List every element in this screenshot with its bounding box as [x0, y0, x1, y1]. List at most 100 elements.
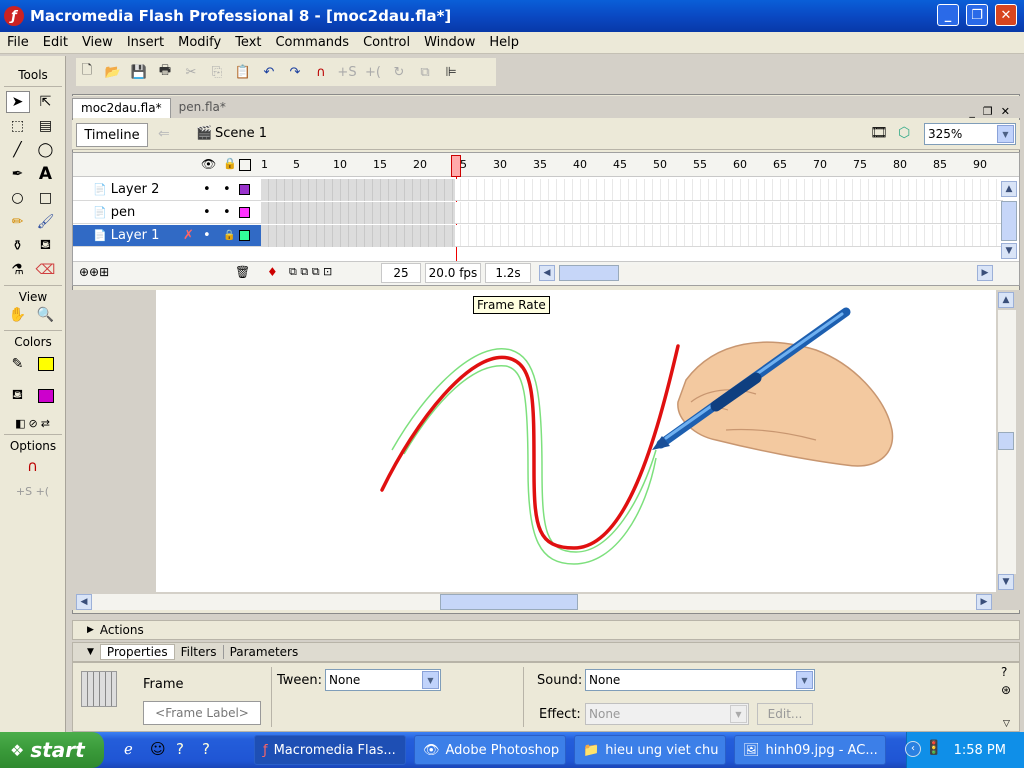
edit-sound-button[interactable]: Edit...: [757, 703, 813, 725]
stage[interactable]: [156, 290, 996, 592]
frame-label-input[interactable]: <Frame Label>: [143, 701, 261, 725]
effect-select[interactable]: None ▼: [585, 703, 749, 725]
rectangle-tool-icon[interactable]: □: [34, 187, 58, 209]
tab-parameters[interactable]: Parameters: [224, 645, 305, 659]
copy-icon[interactable]: ⎘: [206, 61, 228, 83]
paste-icon[interactable]: 📋: [232, 61, 254, 83]
frame-strip-layer1[interactable]: [261, 225, 1003, 247]
doc-close-icon[interactable]: ✕: [1001, 105, 1010, 118]
eye-icon[interactable]: 👁: [201, 157, 216, 171]
cut-icon[interactable]: ✂: [180, 61, 202, 83]
lasso-tool-icon[interactable]: ◯: [34, 139, 58, 161]
menu-help[interactable]: Help: [482, 35, 526, 50]
eyedropper-tool-icon[interactable]: ⚗: [6, 259, 30, 281]
no-color-icon[interactable]: ⊘: [28, 417, 37, 430]
menu-control[interactable]: Control: [356, 35, 417, 50]
straighten-icon[interactable]: +(: [362, 61, 384, 83]
tween-select[interactable]: None ▼: [325, 669, 441, 691]
timeline-scroll-up[interactable]: ▲: [1001, 181, 1017, 197]
snap-magnet-icon[interactable]: ∩: [0, 457, 65, 475]
panel-expand-icon[interactable]: ▽: [1003, 719, 1010, 729]
layer-row-pen[interactable]: 📄 pen • •: [73, 202, 261, 224]
task-acdsee[interactable]: 🖼 hinh09.jpg - AC...: [734, 735, 886, 765]
undo-icon[interactable]: ↶: [258, 61, 280, 83]
menu-edit[interactable]: Edit: [36, 35, 75, 50]
zoom-tool-icon[interactable]: 🔍: [34, 304, 58, 326]
smooth-straighten-icons[interactable]: +S +(: [0, 485, 65, 498]
add-layer-icon[interactable]: ⊕⊕⊞: [79, 265, 109, 279]
layer-color-swatch[interactable]: [239, 207, 250, 218]
line-tool-icon[interactable]: ╱: [6, 139, 30, 161]
minimize-button[interactable]: _: [937, 4, 959, 26]
text-tool-icon[interactable]: A: [34, 163, 58, 185]
pen-tool-icon[interactable]: ✒: [6, 163, 30, 185]
center-frame-icon[interactable]: ♦: [267, 265, 278, 279]
accessibility-icon[interactable]: ⊛: [1001, 683, 1011, 697]
menu-window[interactable]: Window: [417, 35, 482, 50]
black-white-icon[interactable]: ◧: [15, 417, 25, 430]
playhead[interactable]: [451, 155, 461, 177]
layer-row-layer2[interactable]: 📄 Layer 2 • •: [73, 179, 261, 201]
frame-strip-pen[interactable]: [261, 202, 1003, 224]
ink-bottle-tool-icon[interactable]: ⚱: [6, 235, 30, 257]
doc-minimize-icon[interactable]: _: [969, 105, 975, 118]
help-task-icon-2[interactable]: ?: [202, 740, 210, 758]
tray-expand-icon[interactable]: ‹: [905, 741, 921, 757]
frame-ruler[interactable]: 151015202530354045505560657075808590: [261, 153, 1003, 177]
network-icon[interactable]: 🚦: [925, 740, 942, 756]
ie-icon[interactable]: ℯ: [124, 740, 133, 758]
help-icon[interactable]: ?: [1001, 665, 1007, 679]
collapse-arrow-icon[interactable]: ▼: [87, 647, 94, 657]
new-file-icon[interactable]: 🗋: [76, 61, 98, 83]
snap-icon[interactable]: ∩: [310, 61, 332, 83]
tab-filters[interactable]: Filters: [175, 645, 224, 659]
outline-icon[interactable]: [239, 159, 251, 171]
edit-scene-icon[interactable]: 🎞: [870, 125, 888, 141]
menu-commands[interactable]: Commands: [268, 35, 356, 50]
back-arrow-icon[interactable]: ⇐: [158, 126, 170, 142]
stage-hscroll-thumb[interactable]: [440, 594, 578, 610]
menu-modify[interactable]: Modify: [171, 35, 228, 50]
maximize-button[interactable]: ❐: [966, 4, 988, 26]
fill-color-swatch[interactable]: [34, 385, 58, 407]
tab-properties[interactable]: Properties: [99, 644, 175, 660]
free-transform-tool-icon[interactable]: ⬚: [6, 115, 30, 137]
start-button[interactable]: ❖ start: [0, 732, 104, 768]
timeline-scroll-left[interactable]: ◀: [539, 265, 555, 281]
help-task-icon[interactable]: ?: [176, 740, 184, 758]
menu-view[interactable]: View: [75, 35, 120, 50]
layer-color-swatch[interactable]: [239, 184, 250, 195]
menu-file[interactable]: File: [0, 35, 36, 50]
timeline-hscroll-thumb[interactable]: [559, 265, 619, 281]
task-photoshop[interactable]: 👁 Adobe Photoshop: [414, 735, 566, 765]
swap-colors-icon[interactable]: ⇄: [41, 417, 50, 430]
task-flash[interactable]: ƒ Macromedia Flas...: [254, 735, 406, 765]
zoom-select[interactable]: 325% ▼: [924, 123, 1016, 145]
selection-tool-icon[interactable]: ➤: [5, 91, 30, 113]
scale-icon[interactable]: ⧉: [414, 61, 436, 83]
stage-scroll-left[interactable]: ◀: [76, 594, 92, 610]
task-folder[interactable]: 📁 hieu ung viet chu: [574, 735, 726, 765]
frame-rate-field[interactable]: 20.0 fps: [425, 263, 481, 283]
timeline-vscroll-thumb[interactable]: [1001, 201, 1017, 241]
doc-restore-icon[interactable]: ❐: [983, 105, 993, 118]
doc-tab-moc2dau[interactable]: moc2dau.fla*: [72, 98, 171, 118]
smooth-icon[interactable]: +S: [336, 61, 358, 83]
brush-tool-icon[interactable]: 🖌: [34, 211, 58, 233]
actions-panel-header[interactable]: ▶ Actions: [72, 620, 1020, 640]
timeline-scroll-down[interactable]: ▼: [1001, 243, 1017, 259]
stage-scroll-down[interactable]: ▼: [998, 574, 1014, 590]
delete-layer-icon[interactable]: 🗑: [235, 265, 250, 279]
menu-insert[interactable]: Insert: [120, 35, 171, 50]
timeline-toggle-button[interactable]: Timeline: [76, 123, 148, 147]
menu-text[interactable]: Text: [228, 35, 268, 50]
close-button[interactable]: ✕: [995, 4, 1017, 26]
messenger-icon[interactable]: ☺: [150, 740, 166, 758]
paint-bucket-tool-icon[interactable]: ⛾: [34, 235, 58, 257]
redo-icon[interactable]: ↷: [284, 61, 306, 83]
subselection-tool-icon[interactable]: ⇱: [34, 91, 58, 113]
edit-symbols-icon[interactable]: ⬡: [898, 125, 910, 141]
frame-strip-layer2[interactable]: [261, 179, 1003, 201]
doc-tab-pen[interactable]: pen.fla*: [171, 98, 234, 118]
stage-scroll-right[interactable]: ▶: [976, 594, 992, 610]
